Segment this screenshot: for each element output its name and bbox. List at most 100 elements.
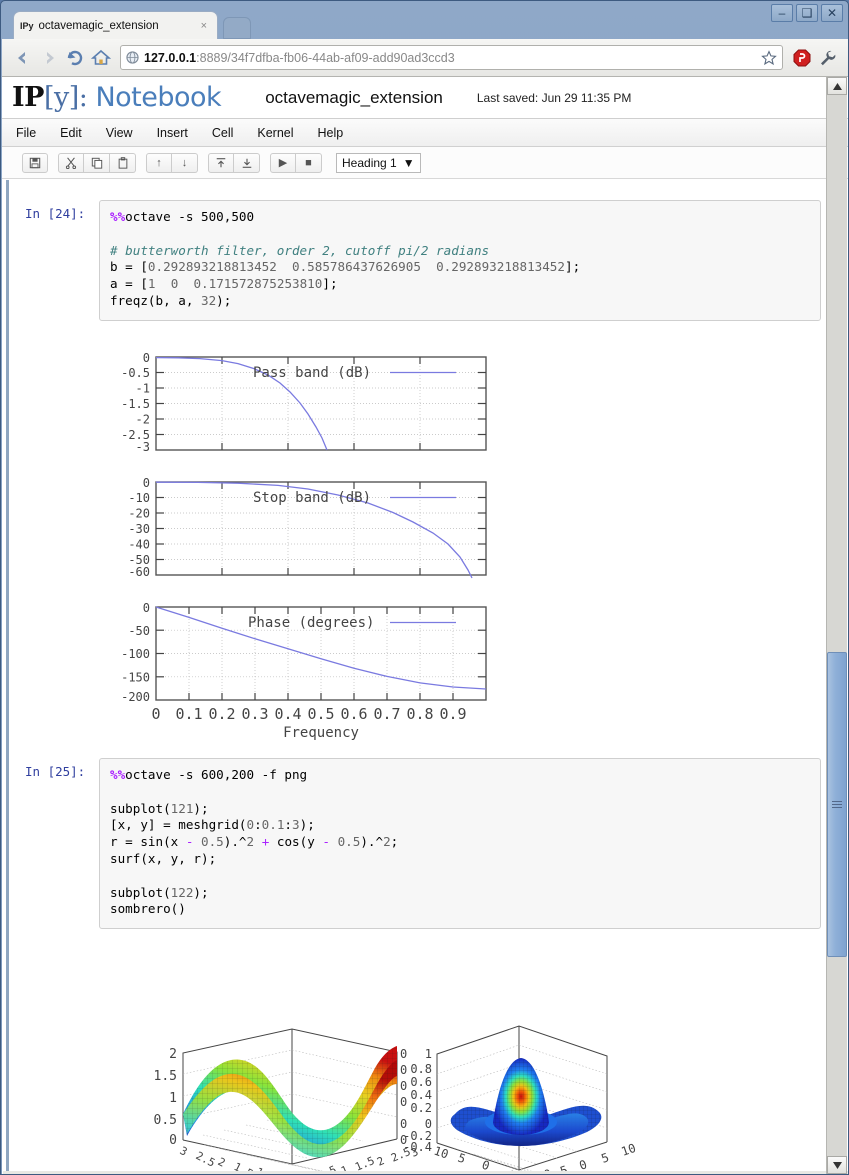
scroll-down-arrow[interactable] xyxy=(827,1156,847,1174)
insert-above-icon xyxy=(208,153,234,173)
svg-text:0.7: 0.7 xyxy=(373,705,400,723)
menu-help[interactable]: Help xyxy=(318,126,360,140)
ipython-favicon: IPy xyxy=(20,21,34,31)
logo-bracket: [y]: xyxy=(44,82,87,113)
run-icon[interactable]: ▶ xyxy=(270,153,296,173)
scroll-up-arrow[interactable] xyxy=(827,77,847,95)
svg-text:-0.4: -0.4 xyxy=(403,1140,432,1154)
input-prompt-25: In [25]: xyxy=(25,764,95,779)
notebook-body: In [24]: %%octave -s 500,500 # butterwor… xyxy=(2,180,849,1174)
menu-bar: File Edit View Insert Cell Kernel Help xyxy=(2,119,849,147)
svg-text:-200: -200 xyxy=(121,690,150,704)
svg-text:0.4: 0.4 xyxy=(410,1088,432,1102)
notebook-left-rule xyxy=(6,180,9,1174)
freqz-plot-output: 0 -0.5 -1 -1.5 -2 -2.5 -3 Pass band (dB) xyxy=(88,345,508,745)
wrench-menu-icon[interactable] xyxy=(815,45,841,71)
svg-text:-30: -30 xyxy=(128,522,150,536)
cell-type-select[interactable]: Heading 1 ▼ xyxy=(336,153,421,173)
logo-word: Notebook xyxy=(95,82,221,113)
svg-text:0.6: 0.6 xyxy=(340,705,367,723)
move-group: ↑ ↓ xyxy=(146,153,198,173)
clipped-text-row xyxy=(32,180,732,186)
bookmark-star-icon[interactable] xyxy=(761,50,777,66)
browser-navigation-bar: 127.0.0.1:8889/34f7dfba-fb06-44ab-af09-a… xyxy=(2,39,849,77)
home-icon[interactable] xyxy=(88,45,114,71)
svg-text:-0.5: -0.5 xyxy=(121,366,150,380)
save-icon[interactable] xyxy=(22,153,48,173)
svg-text:-1: -1 xyxy=(136,382,150,396)
scrollbar-thumb[interactable] xyxy=(827,652,847,957)
svg-text:0: 0 xyxy=(143,476,150,490)
svg-text:0.2: 0.2 xyxy=(410,1101,432,1115)
svg-text:-40: -40 xyxy=(128,538,150,552)
move-up-icon[interactable]: ↑ xyxy=(146,153,172,173)
svg-text:0.8: 0.8 xyxy=(406,705,433,723)
url-host: 127.0.0.1 xyxy=(144,51,196,65)
notebook-page: IP[y]: Notebook octavemagic_extension La… xyxy=(2,77,849,1174)
code-editor-25[interactable]: %%octave -s 600,200 -f png subplot(121);… xyxy=(99,758,821,929)
stop-icon[interactable]: ■ xyxy=(296,153,322,173)
stopband-subplot: 0 -10 -20 -30 -40 -50 -60 Stop band (dB) xyxy=(128,476,486,579)
svg-text:Phase (degrees): Phase (degrees) xyxy=(248,615,374,631)
svg-text:-150: -150 xyxy=(121,671,150,685)
svg-text:Frequency: Frequency xyxy=(283,725,359,741)
tab-close-icon[interactable]: × xyxy=(197,20,211,32)
svg-text:0: 0 xyxy=(151,705,160,723)
insert-below-icon[interactable] xyxy=(234,153,260,173)
svg-text:0: 0 xyxy=(400,1079,407,1093)
url-text: 127.0.0.1:8889/34f7dfba-fb06-44ab-af09-a… xyxy=(144,51,455,65)
freqz-svg: 0 -0.5 -1 -1.5 -2 -2.5 -3 Pass band (dB) xyxy=(88,345,508,745)
cell-type-value: Heading 1 xyxy=(342,156,397,170)
svg-text:-60: -60 xyxy=(128,565,150,579)
paste-icon[interactable] xyxy=(110,153,136,173)
logo-ip: IP xyxy=(12,82,44,113)
svg-text:0.9: 0.9 xyxy=(439,705,466,723)
copy-icon[interactable] xyxy=(84,153,110,173)
browser-tab[interactable]: IPy octavemagic_extension × xyxy=(13,11,218,39)
svg-text:0: 0 xyxy=(143,601,150,615)
menu-insert[interactable]: Insert xyxy=(157,126,204,140)
page-scrollbar[interactable] xyxy=(826,77,847,1174)
menu-view[interactable]: View xyxy=(106,126,149,140)
notebook-name[interactable]: octavemagic_extension xyxy=(265,88,443,108)
svg-text:0: 0 xyxy=(400,1063,407,1077)
svg-text:0: 0 xyxy=(400,1095,407,1109)
svg-text:0.4: 0.4 xyxy=(274,705,301,723)
ipython-logo[interactable]: IP[y]: Notebook xyxy=(12,82,221,113)
new-tab-button[interactable] xyxy=(223,17,251,39)
address-bar[interactable]: 127.0.0.1:8889/34f7dfba-fb06-44ab-af09-a… xyxy=(120,45,783,70)
save-group xyxy=(22,153,48,173)
reload-icon[interactable] xyxy=(62,45,88,71)
svg-text:1.5: 1.5 xyxy=(154,1069,177,1084)
menu-kernel[interactable]: Kernel xyxy=(257,126,309,140)
menu-file[interactable]: File xyxy=(16,126,52,140)
tab-title: octavemagic_extension xyxy=(39,20,197,32)
svg-text:Stop band (dB): Stop band (dB) xyxy=(253,490,371,506)
cut-icon[interactable] xyxy=(58,153,84,173)
svg-text:1: 1 xyxy=(425,1047,432,1061)
surfaces-svg: 2 1.5 1 0.5 0 3 2.5 2 1.5 1 xyxy=(107,1018,667,1174)
insert-group xyxy=(208,153,260,173)
move-down-icon[interactable]: ↓ xyxy=(172,153,198,173)
page-bottom-edge xyxy=(3,1171,849,1174)
code-editor-24[interactable]: %%octave -s 500,500 # butterworth filter… xyxy=(99,200,821,321)
browser-window: – ❑ ✕ IPy octavemagic_extension × xyxy=(0,0,849,1175)
chevron-down-icon: ▼ xyxy=(403,156,415,170)
tab-strip: IPy octavemagic_extension × xyxy=(1,11,849,39)
notebook-toolbar: ↑ ↓ ▶ ■ Heading 1 ▼ xyxy=(2,147,849,179)
svg-text:0.3: 0.3 xyxy=(241,705,268,723)
svg-text:-10: -10 xyxy=(128,491,150,505)
svg-text:0.1: 0.1 xyxy=(175,705,202,723)
svg-text:0.2: 0.2 xyxy=(208,705,235,723)
svg-text:0: 0 xyxy=(400,1047,407,1061)
adblock-icon[interactable] xyxy=(789,45,815,71)
svg-text:0: 0 xyxy=(169,1133,177,1148)
forward-icon[interactable] xyxy=(36,45,62,71)
svg-text:1: 1 xyxy=(169,1091,177,1106)
back-icon[interactable] xyxy=(10,45,36,71)
menu-cell[interactable]: Cell xyxy=(212,126,250,140)
svg-text:-100: -100 xyxy=(121,647,150,661)
svg-text:-3: -3 xyxy=(136,440,150,454)
menu-edit[interactable]: Edit xyxy=(60,126,98,140)
input-prompt-24: In [24]: xyxy=(25,206,95,221)
